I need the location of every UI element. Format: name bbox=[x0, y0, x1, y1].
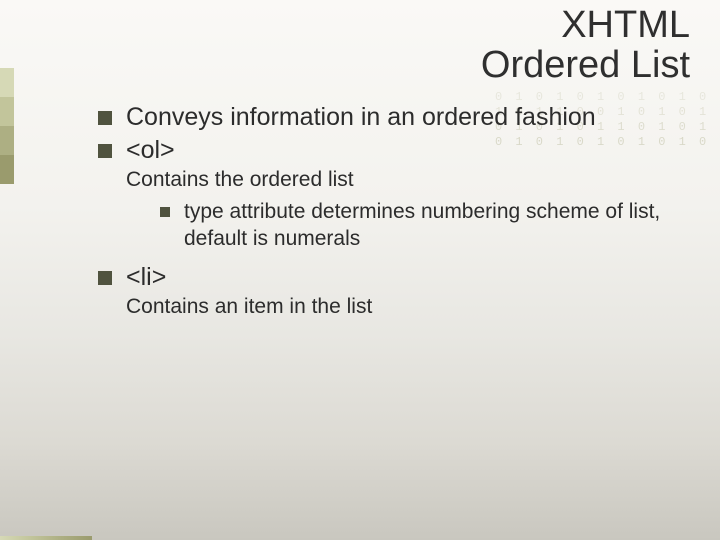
bullet-subtext: Contains an item in the list bbox=[126, 294, 700, 320]
accent-stripe bbox=[0, 68, 14, 97]
square-bullet-icon bbox=[98, 144, 112, 158]
left-accent-tab bbox=[0, 68, 14, 184]
square-bullet-icon bbox=[98, 271, 112, 285]
sub-bullet-text: type attribute determines numbering sche… bbox=[184, 199, 700, 252]
bottom-left-accent bbox=[0, 536, 92, 540]
slide-title: XHTML Ordered List bbox=[481, 6, 690, 86]
bullet-item: <li> bbox=[98, 262, 700, 293]
bullet-text: Conveys information in an ordered fashio… bbox=[126, 102, 596, 133]
accent-stripe bbox=[0, 155, 14, 184]
accent-stripe bbox=[0, 126, 14, 155]
bullet-text: <ol> bbox=[126, 135, 175, 166]
bullet-item: Conveys information in an ordered fashio… bbox=[98, 102, 700, 133]
bullet-text: <li> bbox=[126, 262, 166, 293]
accent-stripe bbox=[0, 97, 14, 126]
square-bullet-icon bbox=[98, 111, 112, 125]
bullet-item: <ol> bbox=[98, 135, 700, 166]
slide: 0 1 0 1 0 1 0 1 0 1 0 1 1 0 1 1 0 0 1 0 … bbox=[0, 0, 720, 540]
bullet-subtext: Contains the ordered list bbox=[126, 167, 700, 193]
sub-bullet-item: type attribute determines numbering sche… bbox=[160, 199, 700, 252]
title-line-1: XHTML bbox=[481, 6, 690, 46]
square-bullet-icon bbox=[160, 207, 170, 217]
title-line-2: Ordered List bbox=[481, 46, 690, 86]
slide-content: Conveys information in an ordered fashio… bbox=[98, 102, 700, 327]
